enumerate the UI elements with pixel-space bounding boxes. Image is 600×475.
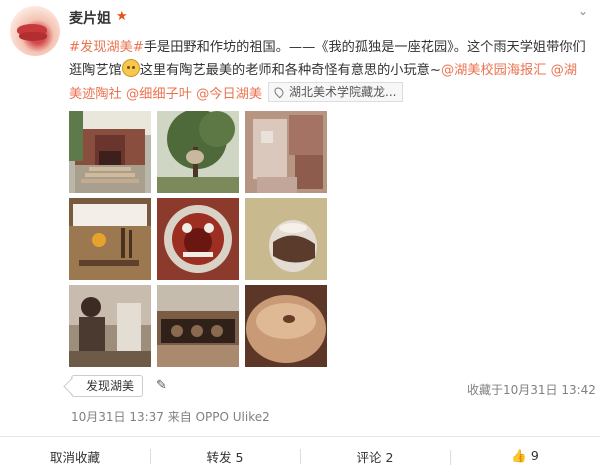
- topic-link[interactable]: #发现湖美#: [69, 40, 144, 55]
- repost-label: 转发 5: [206, 449, 244, 465]
- smile-emoji-icon: [121, 59, 140, 77]
- unfavorite-button[interactable]: 取消收藏: [0, 447, 150, 466]
- photo-thumbnail[interactable]: [157, 285, 239, 367]
- photo-thumbnail[interactable]: [157, 111, 239, 193]
- favorite-time: 收藏于10月31日 13:42: [467, 383, 596, 397]
- comment-button[interactable]: 评论 2: [300, 447, 450, 466]
- photo-thumbnail[interactable]: [245, 111, 327, 193]
- action-bar: 取消收藏 转发 5 评论 2 👍 9: [0, 436, 600, 475]
- photo-thumbnail[interactable]: [245, 285, 327, 367]
- mention-link[interactable]: @细细子叶: [126, 87, 192, 102]
- location-chip[interactable]: 湖北美术学院藏龙...: [268, 82, 404, 102]
- post-meta: 10月31日 13:37 来自 OPPO Ulike2: [71, 410, 270, 424]
- mention-link[interactable]: @湖美校园海报汇: [441, 63, 547, 78]
- repost-button[interactable]: 转发 5: [150, 447, 300, 466]
- post-text: #发现湖美#手是田野和作坊的祖国。——《我的孤独是一座花园》。这个雨天学姐带你们…: [69, 36, 589, 106]
- mention-link[interactable]: @今日湖美: [196, 87, 262, 102]
- photo-thumbnail[interactable]: [69, 198, 151, 280]
- chevron-down-icon[interactable]: ⌄: [578, 4, 588, 18]
- like-button[interactable]: 👍 9: [450, 448, 600, 465]
- unfavorite-label: 取消收藏: [49, 449, 100, 465]
- avatar[interactable]: [10, 6, 60, 56]
- post-body-2: 这里有陶艺最美的老师和各种奇怪有意思的小玩意~: [139, 63, 441, 78]
- photo-thumbnail[interactable]: [245, 198, 327, 280]
- username[interactable]: 麦片姐: [69, 8, 111, 28]
- photo-thumbnail[interactable]: [157, 198, 239, 280]
- like-count: 9: [530, 448, 539, 463]
- weibo-post-card: 麦片姐 ★ ⌄ #发现湖美#手是田野和作坊的祖国。——《我的孤独是一座花园》。这…: [0, 0, 600, 475]
- vip-star-icon[interactable]: ★: [116, 9, 128, 24]
- location-label: 湖北美术学院藏龙...: [289, 85, 397, 99]
- location-pin-icon: [272, 85, 286, 99]
- topic-tag[interactable]: 发现湖美: [71, 375, 144, 397]
- photo-thumbnail[interactable]: [69, 285, 151, 367]
- photo-thumbnail[interactable]: [69, 111, 151, 193]
- thumbs-up-icon: 👍: [511, 448, 527, 463]
- comment-label: 评论 2: [356, 449, 394, 465]
- edit-pencil-icon[interactable]: ✎: [156, 378, 167, 393]
